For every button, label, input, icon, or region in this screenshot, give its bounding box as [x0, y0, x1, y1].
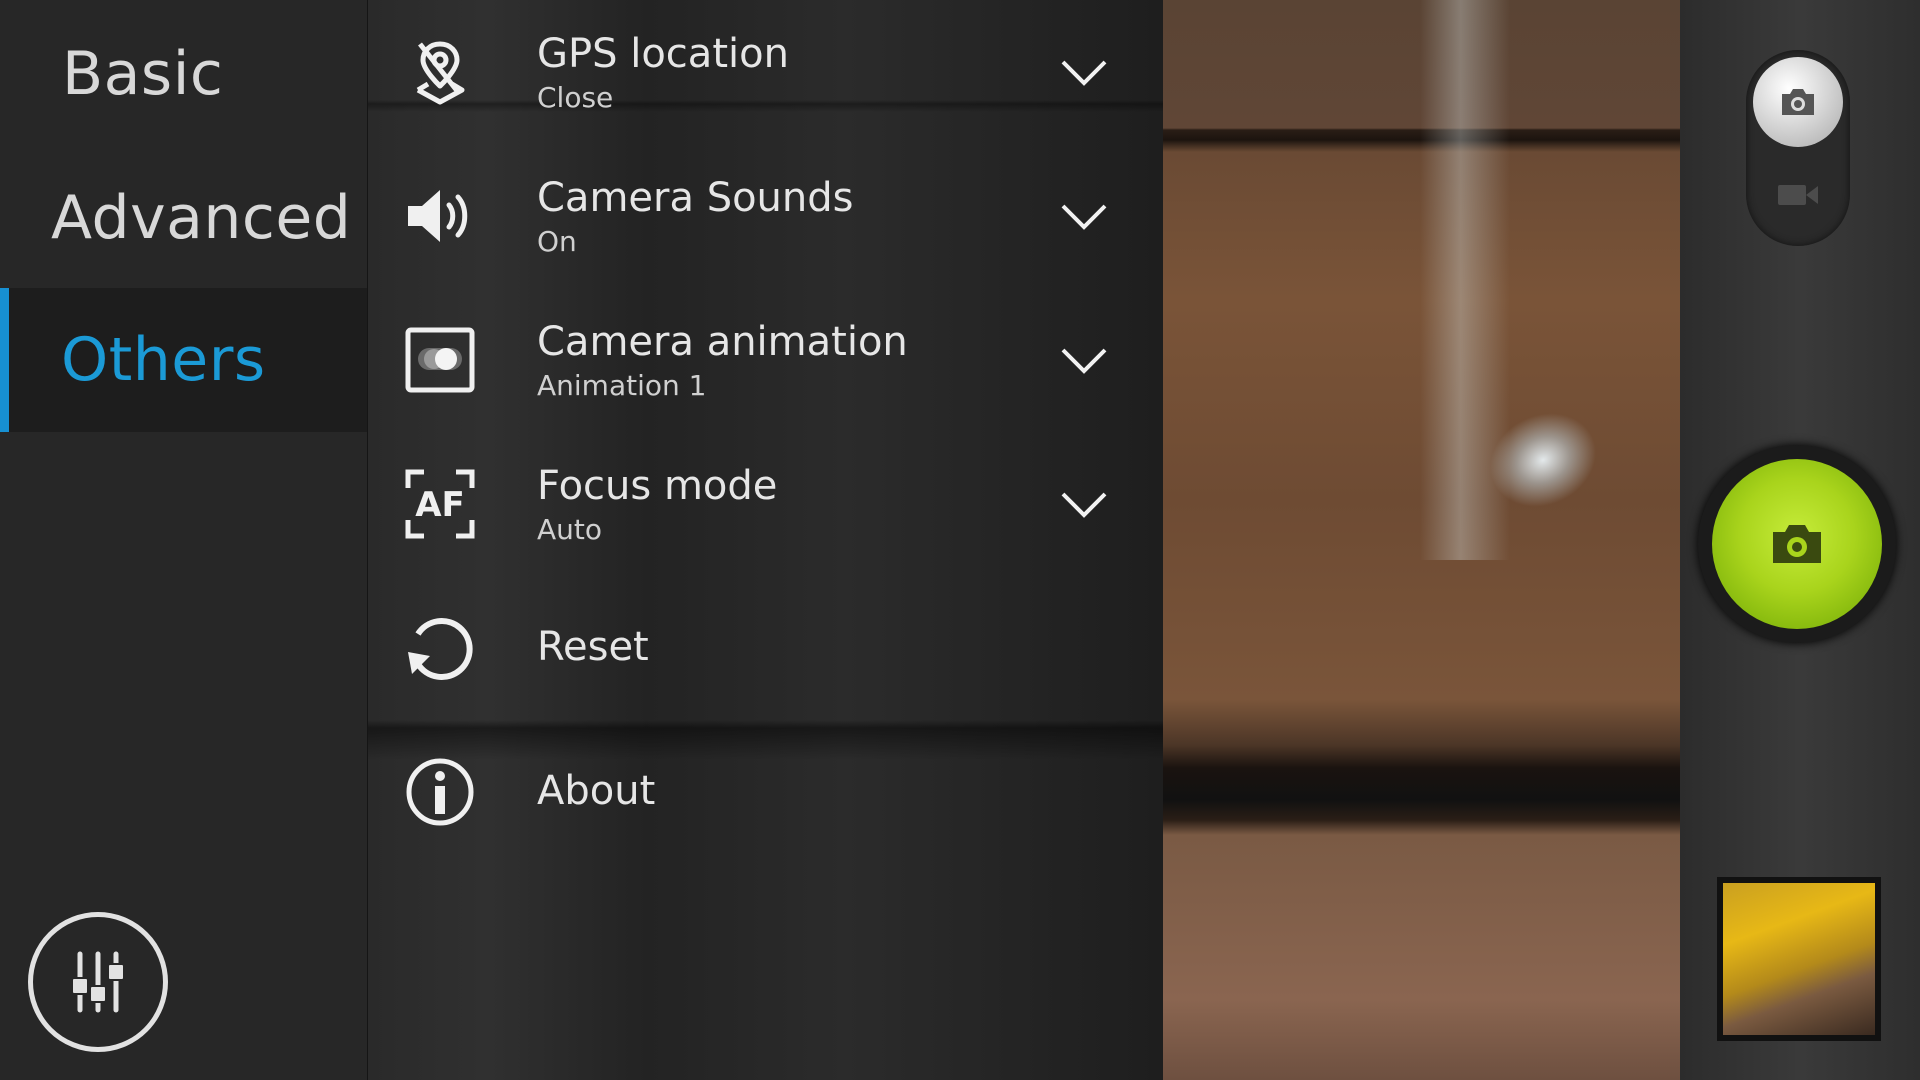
category-advanced[interactable]: Advanced: [0, 146, 367, 290]
setting-title: Camera animation: [537, 319, 908, 365]
camera-icon: [1773, 525, 1821, 563]
setting-title: Focus mode: [537, 463, 778, 509]
video-mode-button[interactable]: [1760, 165, 1836, 225]
setting-title: Camera Sounds: [537, 175, 854, 221]
video-camera-icon: [1778, 185, 1818, 205]
setting-focus-mode[interactable]: AF Focus mode Auto: [368, 432, 1164, 576]
photo-mode-button[interactable]: [1753, 57, 1843, 147]
category-basic[interactable]: Basic: [0, 2, 367, 146]
setting-title: About: [537, 768, 656, 814]
category-others-label: Others: [61, 325, 266, 395]
chevron-down-icon[interactable]: [1056, 196, 1112, 236]
setting-value: Animation 1: [537, 369, 707, 402]
info-icon: [404, 756, 476, 828]
setting-value: Close: [537, 81, 614, 114]
gallery-thumbnail-image: [1723, 883, 1875, 1035]
setting-reset[interactable]: Reset: [368, 576, 1164, 720]
gallery-thumbnail[interactable]: [1717, 877, 1881, 1041]
shutter-button[interactable]: [1712, 459, 1882, 629]
setting-title: Reset: [537, 624, 649, 670]
speaker-icon: [404, 180, 476, 252]
chevron-down-icon[interactable]: [1056, 52, 1112, 92]
setting-title: GPS location: [537, 31, 789, 77]
category-sidebar: Basic Advanced Others: [0, 0, 367, 1080]
setting-gps-location[interactable]: GPS location Close: [368, 0, 1164, 144]
chevron-down-icon[interactable]: [1056, 484, 1112, 524]
setting-value: Auto: [537, 513, 603, 546]
chevron-down-icon[interactable]: [1056, 340, 1112, 380]
settings-list: GPS location Close Camera Sounds On Came…: [367, 0, 1163, 1080]
animation-toggle-icon: [404, 324, 476, 396]
setting-camera-animation[interactable]: Camera animation Animation 1: [368, 288, 1164, 432]
gps-off-icon: [404, 36, 476, 108]
category-advanced-label: Advanced: [51, 183, 352, 253]
camera-icon: [1782, 89, 1814, 115]
svg-text:AF: AF: [415, 485, 465, 525]
setting-about[interactable]: About: [368, 720, 1164, 864]
category-basic-label: Basic: [62, 39, 224, 109]
setting-value: On: [537, 225, 577, 258]
settings-toggle-button[interactable]: [28, 912, 168, 1052]
sliders-icon: [71, 951, 125, 1013]
reset-icon: [404, 612, 476, 684]
category-others[interactable]: Others: [0, 288, 367, 432]
af-focus-icon: AF: [404, 468, 476, 540]
setting-camera-sounds[interactable]: Camera Sounds On: [368, 144, 1164, 288]
